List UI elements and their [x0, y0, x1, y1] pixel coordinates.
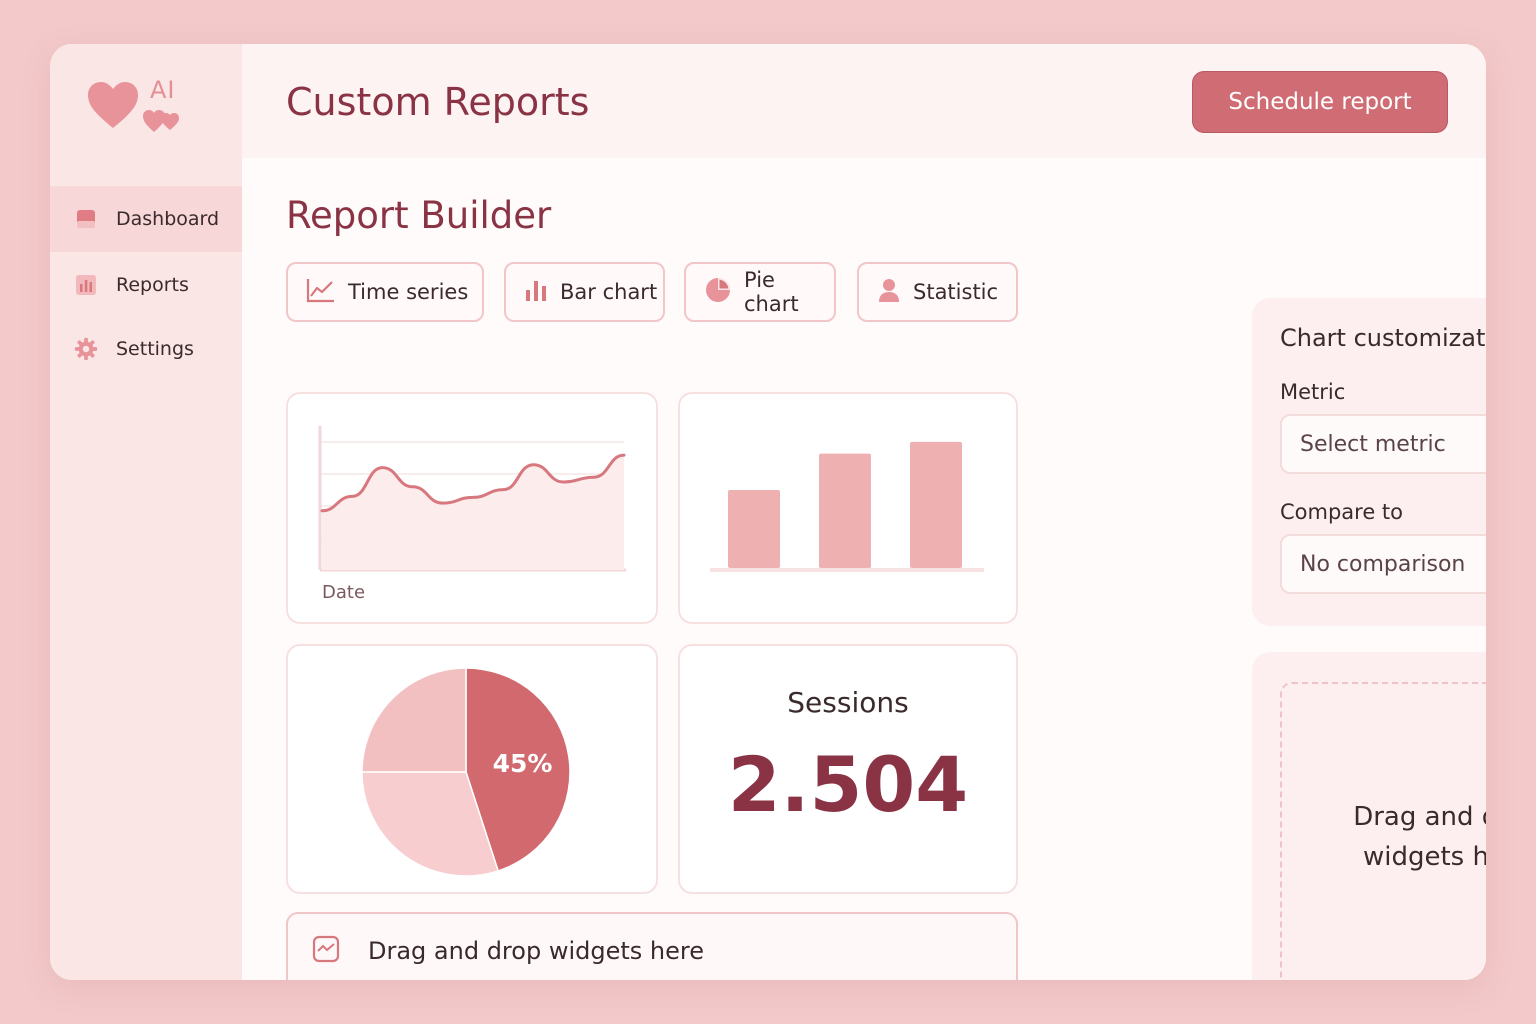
compare-select-value: No comparison	[1300, 551, 1466, 577]
metric-select[interactable]: Select metric	[1280, 414, 1486, 474]
line-area	[322, 455, 624, 570]
widget-drop-bar[interactable]: Drag and drop widgets here	[286, 912, 1018, 980]
sidebar-item-settings[interactable]: Settings	[50, 316, 242, 382]
compare-select[interactable]: No comparison	[1280, 534, 1486, 594]
widget-icon	[312, 935, 340, 967]
bar	[910, 441, 962, 568]
bar-chart-icon	[524, 278, 548, 306]
panel-title: Chart customization	[1280, 324, 1486, 352]
bar-chart-icon	[74, 273, 98, 297]
drop-zone-label: Drag and drop widgets here	[1353, 802, 1486, 872]
user-icon	[877, 277, 901, 307]
header: Custom Reports Schedule report	[242, 44, 1486, 158]
pie-chart-label: Pie chart	[744, 268, 799, 316]
pie-chart: 45%	[361, 667, 571, 877]
small-hearts-icon	[143, 110, 179, 132]
sidebar-item-label: Reports	[116, 274, 189, 296]
pie-chart-button[interactable]: Pie chart	[684, 262, 836, 322]
pie-slice	[361, 667, 467, 773]
stat-value: 2.504	[727, 740, 969, 829]
widget-drop-zone[interactable]: Drag and drop widgets here	[1280, 682, 1486, 980]
sidebar-item-label: Settings	[116, 338, 194, 360]
sidebar: AI Dashboard Reports Settings	[50, 44, 242, 980]
line-chart-icon	[306, 277, 336, 307]
section-title: Report Builder	[286, 194, 552, 237]
time-series-label: Time series	[348, 280, 469, 304]
stat-label: Sessions	[787, 686, 909, 719]
statistic-card[interactable]: Sessions 2.504	[678, 644, 1018, 894]
compare-label: Compare to	[1280, 500, 1404, 524]
metric-select-value: Select metric	[1300, 431, 1446, 457]
dashboard-icon	[74, 207, 98, 231]
sidebar-item-label: Dashboard	[116, 208, 220, 230]
bar	[728, 490, 780, 568]
chart-customization-panel: Chart customization Metric Select metric…	[1252, 298, 1486, 626]
bar-chart-card[interactable]	[678, 392, 1018, 624]
x-axis-label: Date	[322, 582, 366, 603]
app-window: AI Dashboard Reports Settings Custom Rep…	[50, 44, 1486, 980]
bar	[819, 453, 871, 568]
sidebar-item-reports[interactable]: Reports	[50, 252, 242, 318]
page-title: Custom Reports	[286, 80, 590, 124]
bar-chart-label: Bar chart	[560, 280, 658, 304]
sidebar-item-dashboard[interactable]: Dashboard	[50, 186, 242, 252]
drop-bar-label: Drag and drop widgets here	[368, 937, 704, 965]
gear-icon	[74, 337, 98, 361]
drop-panel: Drag and drop widgets here	[1252, 652, 1486, 980]
statistic-label: Statistic	[913, 280, 999, 304]
time-series-card[interactable]: Date	[286, 392, 658, 624]
statistic-button[interactable]: Statistic	[857, 262, 1018, 322]
time-series-button[interactable]: Time series	[286, 262, 484, 322]
bar-chart	[710, 441, 984, 572]
schedule-report-button[interactable]: Schedule report	[1192, 71, 1448, 133]
heart-icon	[88, 82, 138, 128]
bar-chart-button[interactable]: Bar chart	[504, 262, 665, 322]
pie-chart-icon	[704, 276, 732, 308]
logo-text: AI	[150, 76, 176, 104]
logo: AI	[86, 74, 186, 138]
pie-chart-card[interactable]: 45%	[286, 644, 658, 894]
metric-label: Metric	[1280, 380, 1346, 404]
pie-slice-label: 45%	[493, 749, 553, 778]
main-content: Report Builder Time series Bar chart Pie…	[242, 158, 1486, 980]
